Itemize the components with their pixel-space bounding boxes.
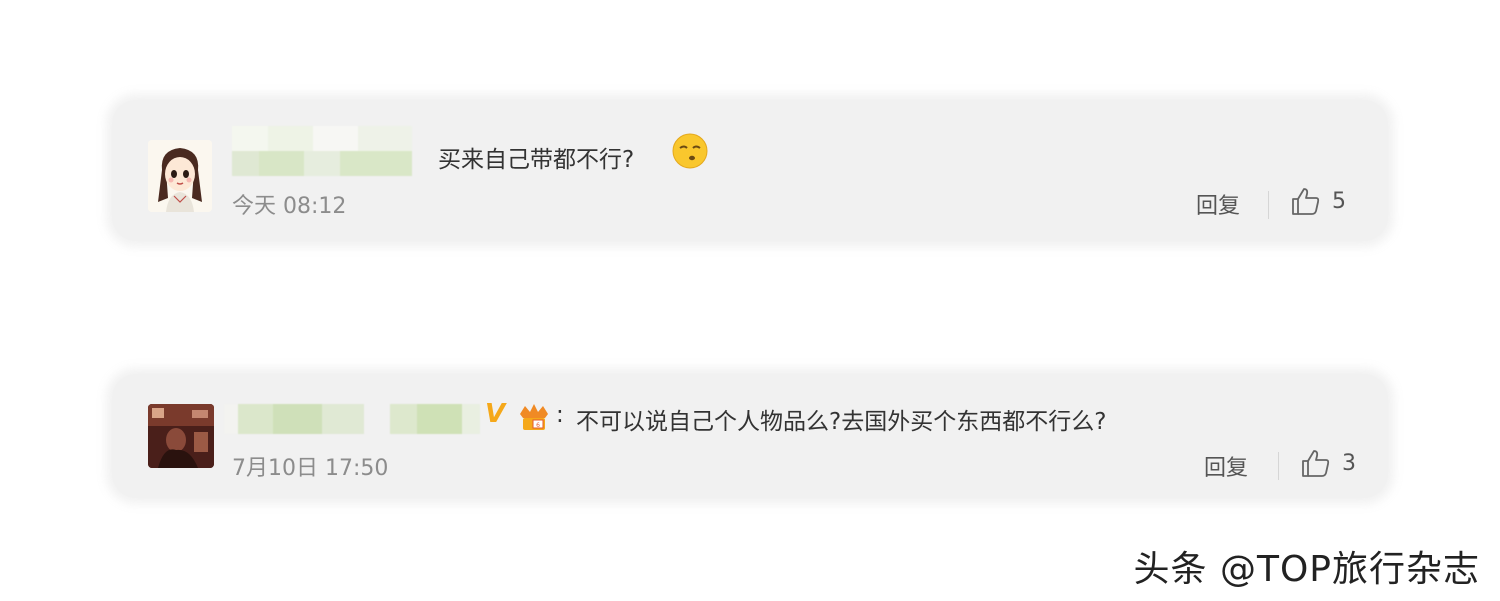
reply-button[interactable]: 回复: [1204, 450, 1248, 482]
thumbs-up-icon: [1292, 188, 1320, 215]
divider: [1278, 452, 1279, 480]
like-button[interactable]: 3: [1300, 448, 1356, 478]
like-count: 3: [1342, 450, 1356, 476]
verified-v-icon: V: [485, 399, 506, 429]
comment-text: 买来自己带都不行?: [438, 147, 635, 173]
reply-button[interactable]: 回复: [1196, 188, 1240, 220]
like-count: 5: [1332, 188, 1346, 214]
comment-text: 不可以说自己个人物品么?去国外买个东西都不行么?: [576, 409, 1107, 435]
comment-time: 今天 08:12: [232, 194, 347, 219]
avatar[interactable]: [148, 140, 212, 212]
smirk-emoji-icon: [672, 133, 708, 169]
avatar[interactable]: [148, 404, 214, 468]
username-blurred[interactable]: [390, 404, 480, 434]
username-blurred[interactable]: [232, 126, 412, 176]
username-blurred[interactable]: [224, 404, 364, 434]
divider: [1268, 191, 1269, 219]
comment-time: 7月10日 17:50: [232, 456, 389, 481]
svg-text:6: 6: [536, 422, 540, 429]
comment-card: 买来自己带都不行? 今天 08:12 回复 5: [112, 100, 1388, 241]
colon: :: [556, 402, 564, 428]
like-button[interactable]: 5: [1290, 186, 1346, 216]
screenshot-stage: 买来自己带都不行? 今天 08:12 回复 5 V 6: 不可以说自己个人物品…: [0, 0, 1500, 601]
member-badge-icon: 6: [520, 404, 548, 430]
thumbs-up-icon: [1302, 450, 1330, 477]
watermark-text: 头条 @TOP旅行杂志: [1133, 549, 1480, 590]
comment-card: V 6 : 不可以说自己个人物品么?去国外买个东西都不行么? 7月10日 17:…: [112, 374, 1388, 498]
